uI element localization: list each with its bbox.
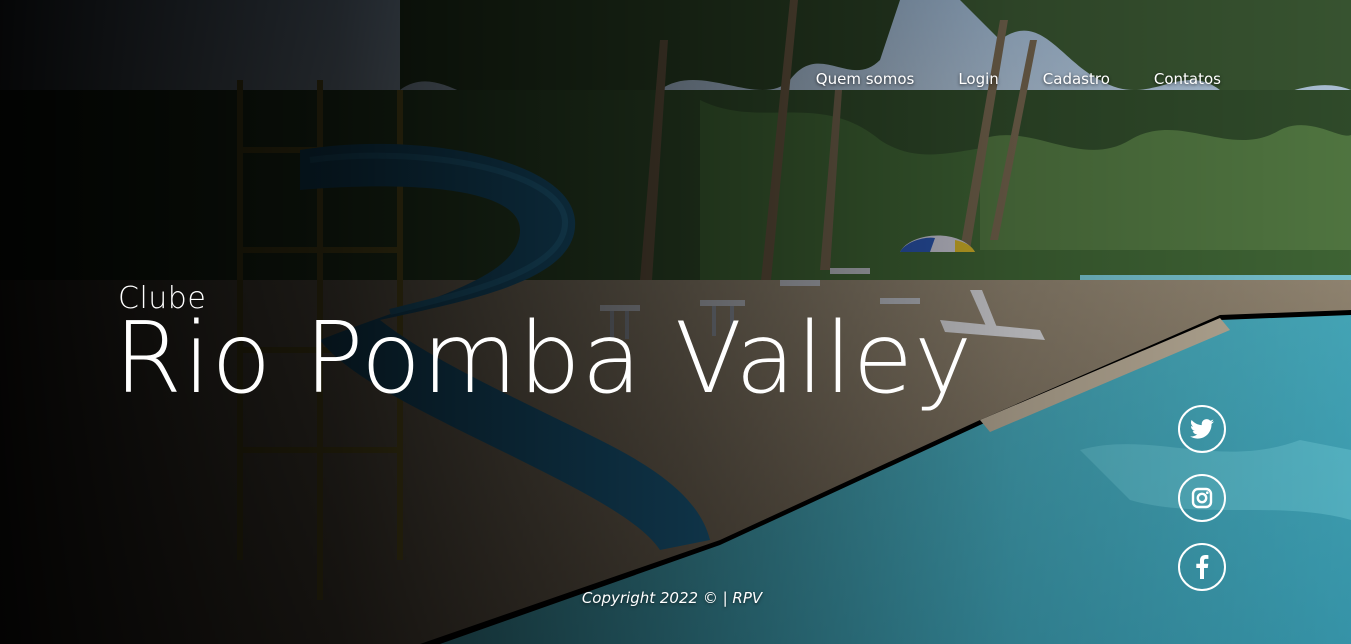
footer-copyright: Copyright 2022 © | RPV xyxy=(581,589,763,607)
nav-item-login[interactable]: Login xyxy=(958,70,998,88)
twitter-link[interactable] xyxy=(1178,405,1226,453)
facebook-icon xyxy=(1196,555,1209,579)
instagram-link[interactable] xyxy=(1178,474,1226,522)
social-links xyxy=(1178,405,1226,591)
hero-title: Rio Pomba Valley xyxy=(114,302,974,416)
facebook-link[interactable] xyxy=(1178,543,1226,591)
nav-item-contatos[interactable]: Contatos xyxy=(1154,70,1221,88)
nav-item-quem-somos[interactable]: Quem somos xyxy=(816,70,915,88)
nav-item-cadastro[interactable]: Cadastro xyxy=(1043,70,1110,88)
twitter-icon xyxy=(1190,419,1214,439)
main-nav: Quem somos Login Cadastro Contatos xyxy=(816,70,1221,88)
hero-section: Quem somos Login Cadastro Contatos Clube… xyxy=(0,0,1351,644)
instagram-icon xyxy=(1191,487,1213,509)
